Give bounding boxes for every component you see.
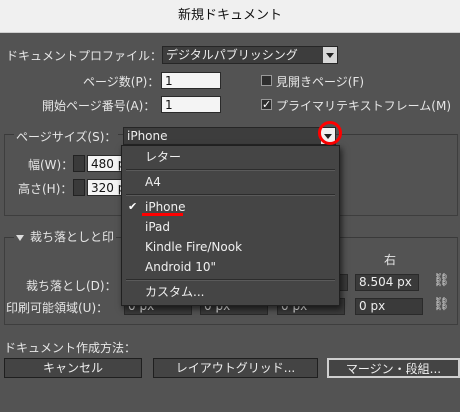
triangle-down-icon xyxy=(16,234,24,241)
right-column-label: 右 xyxy=(384,253,397,267)
bleed-section-toggle[interactable]: 裁ち落としと印 xyxy=(14,228,117,245)
slug-right-input[interactable]: 0 px xyxy=(355,298,423,315)
width-stepper[interactable] xyxy=(73,155,85,172)
layout-grid-button[interactable]: レイアウトグリッド... xyxy=(153,358,318,378)
height-input[interactable]: 320 p xyxy=(87,179,123,196)
pages-input[interactable]: 1 xyxy=(161,72,221,89)
menu-item-kindle[interactable]: Kindle Fire/Nook xyxy=(122,237,339,257)
page-size-select[interactable]: iPhone xyxy=(123,127,336,145)
facing-checkbox[interactable] xyxy=(261,75,272,86)
pages-label: ページ数(P)： xyxy=(83,75,160,89)
create-method-label: ドキュメント作成方法： xyxy=(4,341,137,355)
slug-label: 印刷可能領域(U)： xyxy=(6,301,109,315)
primary-frame-checkbox[interactable]: ✓ xyxy=(261,99,272,110)
link-icon[interactable]: ⛓ xyxy=(433,297,450,312)
menu-item-android[interactable]: Android 10" xyxy=(122,257,339,277)
bleed-right-input[interactable]: 8.504 px xyxy=(355,274,419,291)
margins-columns-button[interactable]: マージン・段組... xyxy=(327,358,460,378)
menu-item-ipad[interactable]: iPad xyxy=(122,217,339,237)
width-input[interactable]: 480 p xyxy=(87,155,123,172)
start-page-label: 開始ページ番号(A)： xyxy=(42,99,156,113)
primary-frame-label: プライマリテキストフレーム(M) xyxy=(276,99,451,113)
menu-separator xyxy=(126,194,335,196)
bleed-section-title: 裁ち落としと印 xyxy=(30,230,115,244)
facing-label: 見開きページ(F) xyxy=(276,75,365,89)
link-icon[interactable]: ⛓ xyxy=(433,273,450,288)
window-title: 新規ドキュメント xyxy=(0,0,460,33)
red-underline xyxy=(142,213,183,216)
profile-label: ドキュメントプロファイル： xyxy=(6,49,163,63)
height-stepper[interactable] xyxy=(73,179,85,196)
profile-value: デジタルパブリッシング xyxy=(166,48,298,62)
menu-item-custom[interactable]: カスタム... xyxy=(122,282,339,302)
highlight-circle xyxy=(318,121,342,145)
menu-item-letter[interactable]: レター xyxy=(122,147,339,167)
start-page-input[interactable]: 1 xyxy=(161,96,221,113)
menu-separator xyxy=(126,169,335,171)
height-label: 高さ(H)： xyxy=(18,182,73,196)
page-size-menu: レター A4 ✔ iPhone iPad Kindle Fire/Nook An… xyxy=(121,145,340,306)
page-size-value: iPhone xyxy=(127,129,168,143)
menu-separator xyxy=(126,279,335,281)
page-size-label: ページサイズ(S)： xyxy=(14,128,119,145)
width-label: 幅(W)： xyxy=(28,158,74,172)
menu-item-a4[interactable]: A4 xyxy=(122,172,339,192)
chevron-down-icon xyxy=(323,47,337,63)
bleed-label: 裁ち落とし(D)： xyxy=(26,279,117,293)
profile-select[interactable]: デジタルパブリッシング xyxy=(162,46,338,64)
check-icon: ✓ xyxy=(262,98,272,111)
cancel-button[interactable]: キャンセル xyxy=(4,358,142,378)
